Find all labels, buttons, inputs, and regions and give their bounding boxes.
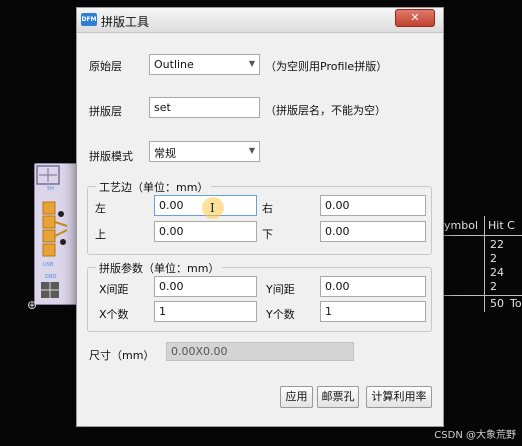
process-edge-bottom-input[interactable]: 0.00 bbox=[320, 221, 426, 242]
y-spacing-input[interactable]: 0.00 bbox=[320, 276, 426, 297]
table-header-symbol: ymbol bbox=[444, 219, 478, 232]
board-label-usb: USB bbox=[43, 262, 54, 268]
table-header-hit-count: Hit C bbox=[488, 219, 515, 232]
panel-mode-select[interactable]: 常规 ▼ bbox=[149, 141, 260, 162]
board-label-gnd: GND bbox=[45, 274, 57, 280]
table-column-divider bbox=[484, 216, 485, 312]
process-edge-right-label: 右 bbox=[262, 202, 273, 215]
apply-button[interactable]: 应用 bbox=[280, 386, 313, 408]
original-layer-select[interactable]: Outline ▼ bbox=[149, 54, 260, 75]
table-cell-total: 50 bbox=[490, 297, 504, 310]
close-button[interactable]: ✕ bbox=[395, 9, 435, 27]
text-cursor-icon: I bbox=[210, 201, 215, 215]
original-layer-value: Outline bbox=[154, 58, 194, 71]
table-cell-total-label: To bbox=[510, 297, 522, 310]
stamp-hole-button[interactable]: 邮票孔 bbox=[317, 386, 359, 408]
board-label-top: 5H bbox=[47, 186, 54, 192]
dialog-title: 拼版工具 bbox=[101, 15, 150, 29]
panelization-dialog: DFM 拼版工具 ✕ 原始层 Outline ▼ （为空则用Profile拼版）… bbox=[77, 8, 443, 426]
panel-layer-hint: （拼版层名，不能为空） bbox=[265, 104, 386, 117]
panel-mode-value: 常规 bbox=[154, 147, 176, 160]
watermark-text: CSDN @大象荒野 bbox=[434, 430, 516, 441]
panel-mode-label: 拼版模式 bbox=[89, 150, 133, 163]
x-count-input[interactable]: 1 bbox=[154, 301, 257, 322]
size-label: 尺寸（mm） bbox=[89, 349, 155, 362]
process-edge-top-label: 上 bbox=[95, 228, 106, 241]
y-count-label: Y个数 bbox=[266, 308, 295, 321]
panel-layer-input[interactable]: set bbox=[149, 97, 260, 118]
table-cell-hit-count: 2 bbox=[490, 280, 497, 293]
table-cell-hit-count: 22 bbox=[490, 238, 504, 251]
chevron-down-icon: ▼ bbox=[248, 146, 255, 155]
calc-utilization-button[interactable]: 计算利用率 bbox=[366, 386, 432, 408]
original-layer-hint: （为空则用Profile拼版） bbox=[265, 60, 388, 73]
process-edge-group-title: 工艺边（单位：mm） bbox=[96, 179, 212, 195]
process-edge-bottom-label: 下 bbox=[262, 228, 273, 241]
panel-params-group-title: 拼版参数（单位：mm） bbox=[96, 260, 223, 276]
x-spacing-label: X间距 bbox=[99, 283, 129, 296]
x-count-label: X个数 bbox=[99, 308, 129, 321]
dfm-app-icon: DFM bbox=[81, 13, 97, 26]
y-spacing-label: Y间距 bbox=[266, 283, 295, 296]
table-cell-hit-count: 2 bbox=[490, 252, 497, 265]
original-layer-label: 原始层 bbox=[89, 60, 122, 73]
panel-layer-label: 拼版层 bbox=[89, 105, 122, 118]
process-edge-top-input[interactable]: 0.00 bbox=[154, 221, 257, 242]
process-edge-right-input[interactable]: 0.00 bbox=[320, 195, 426, 216]
table-cell-hit-count: 24 bbox=[490, 266, 504, 279]
pcb-board-graphic bbox=[36, 165, 68, 298]
chevron-down-icon: ▼ bbox=[248, 59, 255, 68]
x-spacing-input[interactable]: 0.00 bbox=[154, 276, 257, 297]
pcb-board-preview[interactable]: 5H USB GND bbox=[34, 163, 78, 305]
size-readonly-field: 0.00X0.00 bbox=[166, 342, 354, 361]
process-edge-left-label: 左 bbox=[95, 202, 106, 215]
origin-crosshair-icon: ⊕ bbox=[27, 298, 38, 312]
title-bar[interactable]: DFM 拼版工具 ✕ bbox=[77, 8, 443, 33]
y-count-input[interactable]: 1 bbox=[320, 301, 426, 322]
